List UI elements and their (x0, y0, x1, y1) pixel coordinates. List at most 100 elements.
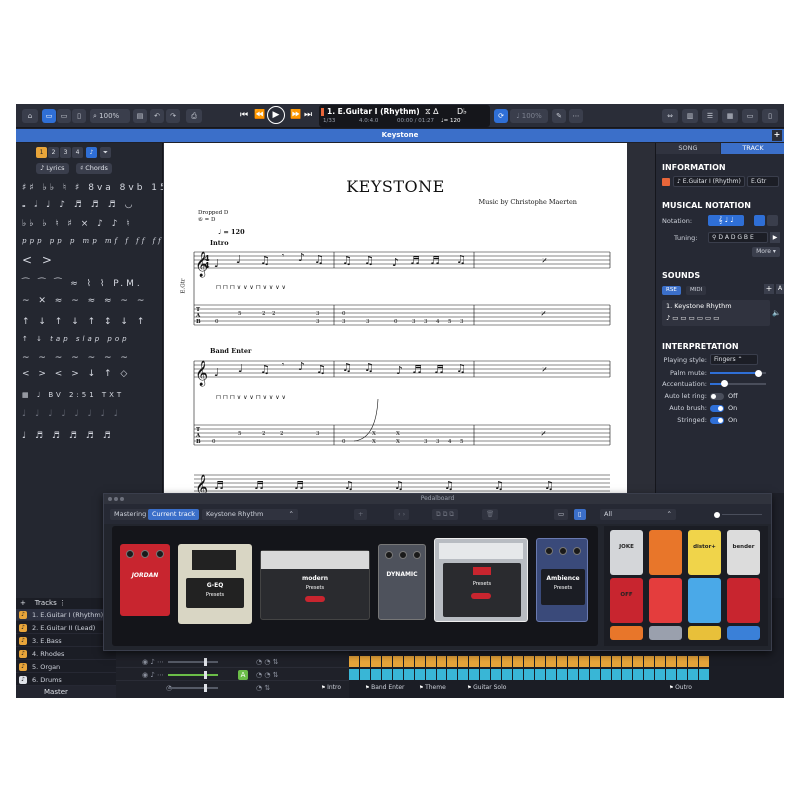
library-pedal[interactable]: JOKE (610, 530, 643, 575)
timeline-bar[interactable] (392, 669, 403, 680)
auto-let-ring-toggle[interactable] (710, 393, 724, 400)
library-pedal[interactable] (649, 578, 682, 623)
palette-row-notes[interactable]: ♭♭ ♭ ♮ ♯ × ♪ ♪ ♮ (22, 219, 133, 229)
collapse-icon[interactable]: ⏷ (100, 147, 111, 158)
rewind-icon[interactable]: ⏪ (254, 110, 265, 120)
pan-icon[interactable]: ◔ ◔ ⇅ (256, 658, 279, 666)
timeline-bar[interactable] (578, 669, 589, 680)
timeline-bar[interactable] (688, 656, 698, 667)
library-pedal[interactable]: distor+ (688, 530, 721, 575)
preset-select[interactable]: Keystone Rhythm ⌃ (202, 509, 298, 520)
timeline-bar[interactable] (458, 656, 469, 667)
pan-icon[interactable]: ◔ ◔ ⇅ (256, 671, 279, 679)
volume-fader[interactable] (168, 674, 218, 676)
tuner-button[interactable]: ⇔ (662, 109, 678, 123)
timeline-bar[interactable] (403, 656, 414, 667)
timeline-bar[interactable] (480, 669, 491, 680)
timeline-row-organ[interactable] (349, 656, 709, 667)
timeline-bar[interactable] (381, 656, 392, 667)
size-slider-track[interactable] (722, 514, 762, 515)
marker-theme[interactable]: Theme (419, 684, 446, 691)
timeline-bar[interactable] (677, 656, 688, 667)
knob-icon[interactable] (156, 550, 164, 558)
forward-icon[interactable]: ⏩ (290, 110, 301, 120)
new-tab-button[interactable]: + (772, 130, 782, 141)
voice-2-button[interactable]: 2 (48, 147, 59, 158)
voice-toggle-button[interactable]: ♪ (86, 147, 97, 158)
timeline-bar[interactable] (600, 669, 611, 680)
timeline-bar[interactable] (425, 669, 436, 680)
timeline-bar[interactable] (633, 669, 644, 680)
timeline-bar[interactable] (403, 669, 414, 680)
timeline-bar[interactable] (491, 669, 502, 680)
timeline-bar[interactable] (381, 669, 392, 680)
timeline-bar[interactable] (480, 656, 491, 667)
timeline-bar[interactable] (447, 669, 458, 680)
timeline-bar[interactable] (666, 669, 677, 680)
lcd-tempo[interactable]: ♩= 120 (441, 118, 460, 124)
lyrics-button[interactable]: ♪ Lyrics (36, 163, 69, 174)
size-slider-knob[interactable] (714, 512, 720, 518)
timeline-bar[interactable] (600, 656, 611, 667)
timeline-bar[interactable] (349, 669, 359, 680)
speed-select[interactable]: ♩ 100% (510, 109, 548, 123)
library-pedal[interactable] (727, 578, 760, 623)
pedal-modern-amp[interactable]: modern Presets (260, 550, 370, 620)
score-page[interactable]: KEYSTONE Music by Christophe Maerten Dro… (164, 143, 627, 493)
notation-toggle-group[interactable]: 𝄞 ♩ ♩ (708, 215, 744, 226)
inspector-toggle-button[interactable]: ▯ (762, 109, 778, 123)
timeline-bar[interactable] (491, 656, 502, 667)
amp-control-panel[interactable] (261, 551, 369, 569)
timeline-bar[interactable] (414, 669, 425, 680)
timeline-bar[interactable] (534, 656, 545, 667)
volume-icon[interactable]: 🔈 (772, 309, 781, 317)
timeline-bar[interactable] (359, 669, 370, 680)
copy-pedal-button[interactable]: ⧉ ⧉ ⧉ (432, 509, 459, 520)
move-left-button[interactable]: ‹ › (394, 509, 410, 520)
pedal-ampsim[interactable]: Presets (434, 538, 528, 622)
voice-4-button[interactable]: 4 (72, 147, 83, 158)
timeline-bar[interactable] (644, 656, 655, 667)
home-button[interactable]: ⌂ (22, 109, 38, 123)
timeline-bar[interactable] (611, 669, 622, 680)
eq-sliders[interactable] (192, 550, 236, 570)
palette-row-effects[interactable]: ⁀ ⁀ ⁀ ≈ ⌇ ⌇ P.M. (22, 279, 143, 289)
accentuation-knob[interactable] (721, 380, 728, 387)
delete-pedal-button[interactable]: 🗑 (482, 509, 499, 520)
knob-icon[interactable] (559, 547, 567, 555)
lcd-track-name[interactable]: 1. E.Guitar I (Rhythm) (327, 107, 420, 116)
track-row[interactable]: ♪ 6. Drums (16, 674, 116, 686)
tuning-field[interactable]: ⚲ D A D G B E (708, 232, 768, 243)
fretboard-button[interactable]: ☰ (702, 109, 718, 123)
lcd-key[interactable]: D♭ (457, 107, 467, 116)
category-filter[interactable]: All ⌃ (600, 509, 676, 520)
palm-mute-knob[interactable] (754, 370, 762, 377)
play-tuning-icon[interactable]: ▶ (770, 232, 780, 243)
panel-toggle-button[interactable]: ▭ (742, 109, 758, 123)
library-pedal[interactable]: OFF (610, 578, 643, 623)
timeline-bar[interactable] (469, 669, 480, 680)
timeline-bar[interactable] (622, 656, 633, 667)
countin-button[interactable]: ⋯ (569, 109, 583, 123)
view-library-button[interactable]: ▯ (574, 509, 586, 520)
palette-row-vibrato[interactable]: ~ ✕ ≈ ~ ≈ ≈ ~ ~ (22, 296, 147, 306)
timeline-bar[interactable] (502, 656, 513, 667)
knob-icon[interactable] (545, 547, 553, 555)
tab-notation-button[interactable] (754, 215, 765, 226)
palette-row-techniques[interactable]: ↑ ↓ tap slap pop (22, 335, 130, 343)
library-pedal[interactable] (649, 626, 682, 640)
timeline-bar[interactable] (644, 669, 655, 680)
voice-3-button[interactable]: 3 (60, 147, 71, 158)
close-window-icon[interactable] (108, 497, 112, 501)
timeline-bar[interactable] (414, 656, 425, 667)
marker-intro[interactable]: Intro (321, 684, 341, 691)
timeline-bar[interactable] (611, 656, 622, 667)
track-name-field[interactable]: ♪ E.Guitar I (Rhythm) (673, 176, 745, 187)
timeline-bar[interactable] (469, 656, 480, 667)
palette-row-hairpins[interactable]: < > (22, 253, 55, 267)
bypass-toggle[interactable] (305, 596, 325, 602)
add-track-icon[interactable]: + (20, 599, 28, 607)
marker-outro[interactable]: Outro (669, 684, 692, 691)
palette-row-beams[interactable]: ♩ ♬ ♬ ♬ ♬ ♬ (22, 431, 114, 441)
timeline-bar[interactable] (633, 656, 644, 667)
